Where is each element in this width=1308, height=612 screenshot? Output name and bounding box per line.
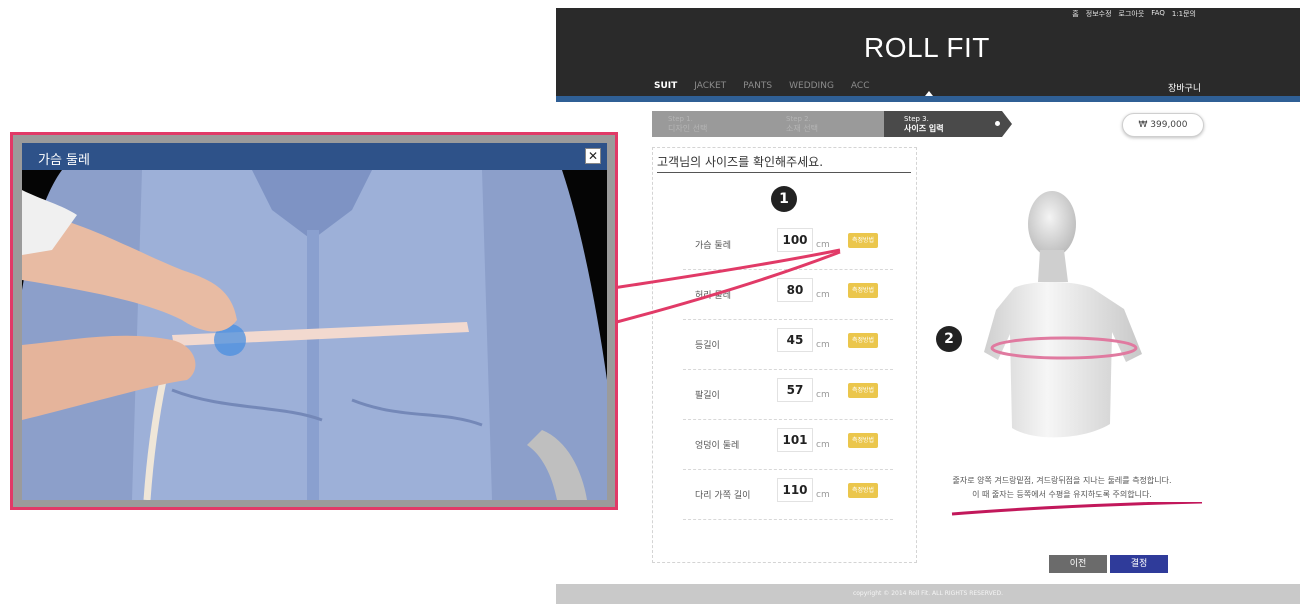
outseam-input[interactable]: 110 [777,478,813,502]
instruction-line-1: 줄자로 양쪽 겨드랑밑점, 겨드랑뒤점을 지나는 둘레를 측정합니다. [952,476,1172,485]
step-1-label: 디자인 선택 [668,124,708,133]
measurement-label: 팔길이 [695,391,720,401]
form-title-divider [657,172,911,173]
util-home-link[interactable]: 홈 [1072,9,1078,19]
cart-link[interactable]: 장바구니 [1168,81,1201,94]
step-3: Step 3. 사이즈 입력 [904,115,944,133]
back-length-how-to-measure-button[interactable]: 측정방법 [848,333,878,348]
measurement-unit: cm [816,240,830,250]
measurement-unit: cm [816,490,830,500]
measurement-label: 허리 둘레 [695,291,731,301]
measurement-unit: cm [816,440,830,450]
measurement-unit: cm [816,290,830,300]
step-badge-1: 1 [771,186,797,212]
back-length-input[interactable]: 45 [777,328,813,352]
step-1-number: Step 1. [668,115,693,123]
nav-jacket[interactable]: JACKET [694,81,726,91]
measurement-unit: cm [816,390,830,400]
measurement-row-waist: 허리 둘레 80 cm 측정방법 [683,270,893,320]
measurement-row-arm-length: 팔길이 57 cm 측정방법 [683,370,893,420]
step-3-label: 사이즈 입력 [904,124,944,133]
site-header: 홈 정보수정 로그아웃 FAQ 1:1문의 ROLL FIT SUIT JACK… [556,8,1300,96]
prev-button[interactable]: 이전 [1049,555,1107,573]
nav-suit[interactable]: SUIT [654,81,677,91]
size-form-panel: 고객님의 사이즈를 확인해주세요. 1 가슴 둘레 100 cm 측정방법 허리… [652,147,917,563]
measurement-unit: cm [816,340,830,350]
form-title: 고객님의 사이즈를 확인해주세요. [657,155,824,169]
site-footer: copyright © 2014 Roll Fit. ALL RIGHTS RE… [556,584,1300,604]
measurement-label: 엉덩이 둘레 [695,441,740,451]
step-2-number: Step 2. [786,115,811,123]
site-logo[interactable]: ROLL FIT [864,32,990,64]
step-3-number: Step 3. [904,115,929,123]
step-2: Step 2. 소재 선택 [786,115,818,133]
outseam-how-to-measure-button[interactable]: 측정방법 [848,483,878,498]
measurement-row-outseam: 다리 가쪽 길이 110 cm 측정방법 [683,470,893,520]
arm-length-how-to-measure-button[interactable]: 측정방법 [848,383,878,398]
measurement-row-hip: 엉덩이 둘레 101 cm 측정방법 [683,420,893,470]
nav-pants[interactable]: PANTS [743,81,772,91]
step-badge-2: 2 [936,326,962,352]
nav-acc[interactable]: ACC [851,81,870,91]
measure-guide-popup: 가슴 둘레 ✕ [10,132,618,510]
current-step-dot-icon [995,121,1000,126]
measurement-row-back-length: 등길이 45 cm 측정방법 [683,320,893,370]
step-1: Step 1. 디자인 선택 [668,115,707,133]
mannequin-illustration [984,191,1142,438]
measurement-label: 다리 가쪽 길이 [695,491,751,501]
instruction-underline [951,502,1203,516]
header-accent-bar [556,96,1300,102]
close-icon[interactable]: ✕ [585,148,601,164]
util-faq-link[interactable]: FAQ [1151,9,1165,19]
util-logout-link[interactable]: 로그아웃 [1119,9,1145,19]
instruction-line-2: 이 때 줄자는 등쪽에서 수평을 유지하도록 주의합니다. [972,490,1152,499]
waist-input[interactable]: 80 [777,278,813,302]
arm-length-input[interactable]: 57 [777,378,813,402]
popup-title-bar: 가슴 둘레 ✕ [22,143,607,170]
price-badge: ₩ 399,000 [1122,113,1204,137]
utility-nav: 홈 정보수정 로그아웃 FAQ 1:1문의 [1072,9,1196,19]
measurement-label: 가슴 둘레 [695,241,731,251]
website-window: 홈 정보수정 로그아웃 FAQ 1:1문의 ROLL FIT SUIT JACK… [556,8,1300,604]
measurement-label: 등길이 [695,341,720,351]
popup-content: 가슴 둘레 ✕ [22,143,607,500]
measurement-row-chest: 가슴 둘레 100 cm 측정방법 [683,220,893,270]
popup-title: 가슴 둘레 [38,153,90,168]
util-edit-info-link[interactable]: 정보수정 [1086,9,1112,19]
step-2-label: 소재 선택 [786,124,818,133]
main-nav: SUIT JACKET PANTS WEDDING ACC [654,81,870,91]
chest-how-to-measure-button[interactable]: 측정방법 [848,233,878,248]
measure-instructions: 줄자로 양쪽 겨드랑밑점, 겨드랑뒤점을 지나는 둘레를 측정합니다. 이 때 … [922,474,1202,502]
hip-input[interactable]: 101 [777,428,813,452]
waist-how-to-measure-button[interactable]: 측정방법 [848,283,878,298]
step-progress: Step 1. 디자인 선택 Step 2. 소재 선택 Step 3. 사이즈… [652,111,1012,137]
nav-wedding[interactable]: WEDDING [789,81,834,91]
util-inquiry-link[interactable]: 1:1문의 [1172,9,1196,19]
confirm-button[interactable]: 결정 [1110,555,1168,573]
chest-measure-photo [22,170,607,500]
hip-how-to-measure-button[interactable]: 측정방법 [848,433,878,448]
chest-input[interactable]: 100 [777,228,813,252]
